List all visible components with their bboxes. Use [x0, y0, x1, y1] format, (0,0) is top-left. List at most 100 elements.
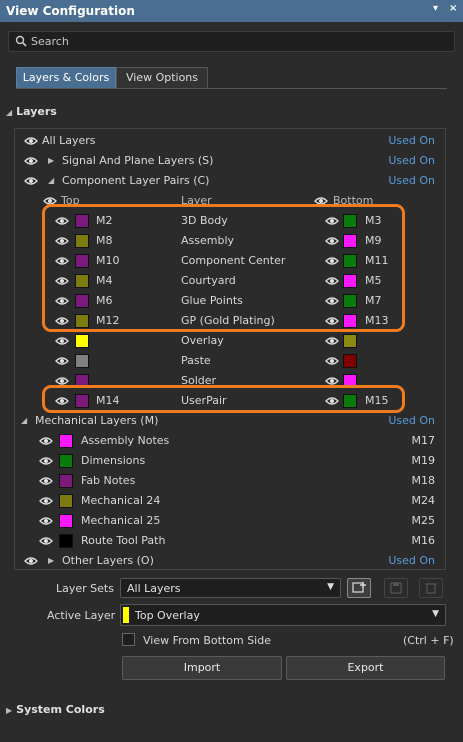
mechanical-layer-row[interactable]: Fab Notes M18	[15, 471, 445, 491]
group-row-all-layers[interactable]: All Layers Used On	[15, 131, 445, 151]
group-label: Component Layer Pairs (C)	[62, 174, 210, 187]
active-layer-color-swatch	[123, 607, 129, 623]
collapse-arrow-icon[interactable]: ◢	[21, 416, 27, 425]
group-row-component-pairs[interactable]: ◢ Component Layer Pairs (C) Used On	[15, 171, 445, 191]
eye-icon[interactable]	[24, 156, 38, 166]
layer-color-swatch[interactable]	[59, 514, 73, 528]
layer-color-swatch[interactable]	[59, 474, 73, 488]
eye-icon[interactable]	[39, 536, 53, 546]
tab-layers-colors[interactable]: Layers & Colors	[16, 67, 116, 89]
top-color-swatch[interactable]	[75, 354, 89, 368]
eye-icon[interactable]	[55, 336, 69, 346]
component-pair-row[interactable]: Overlay	[15, 331, 445, 351]
tabs-divider	[16, 88, 447, 89]
eye-icon[interactable]	[39, 436, 53, 446]
eye-icon[interactable]	[24, 556, 38, 566]
group-label: Other Layers (O)	[62, 554, 154, 567]
layers-tree-panel: All Layers Used On ▶ Signal And Plane La…	[14, 128, 446, 570]
highlight-box	[42, 204, 405, 332]
layer-sets-select[interactable]: All Layers ▼	[120, 578, 341, 598]
eye-icon[interactable]	[24, 176, 38, 186]
save-layer-set-button[interactable]	[384, 578, 408, 598]
highlight-box	[42, 385, 405, 413]
search-icon	[15, 35, 27, 50]
layer-color-swatch[interactable]	[59, 494, 73, 508]
expand-arrow-icon[interactable]: ▶	[48, 556, 54, 565]
group-label: Mechanical Layers (M)	[35, 414, 159, 427]
used-on-link[interactable]: Used On	[388, 554, 435, 567]
mechanical-layer-name: Dimensions	[81, 454, 146, 467]
mechanical-layer-code: M24	[411, 494, 436, 507]
add-layer-set-button[interactable]	[347, 578, 371, 598]
mechanical-layer-name: Mechanical 24	[81, 494, 161, 507]
used-on-link[interactable]: Used On	[388, 134, 435, 147]
system-colors-title: System Colors	[16, 703, 105, 716]
import-button[interactable]: Import	[122, 656, 282, 680]
chevron-down-icon: ▼	[327, 582, 334, 592]
collapse-arrow-icon[interactable]: ◢	[48, 176, 54, 185]
mechanical-layer-row[interactable]: Assembly Notes M17	[15, 431, 445, 451]
used-on-link[interactable]: Used On	[388, 154, 435, 167]
mechanical-layer-code: M18	[411, 474, 436, 487]
used-on-link[interactable]: Used On	[388, 174, 435, 187]
layer-color-swatch[interactable]	[59, 534, 73, 548]
group-row-mechanical[interactable]: ◢ Mechanical Layers (M) Used On	[15, 411, 445, 431]
eye-icon[interactable]	[39, 496, 53, 506]
collapse-triangle-icon: ◢	[6, 108, 13, 117]
eye-icon[interactable]	[39, 456, 53, 466]
top-color-swatch[interactable]	[75, 334, 89, 348]
expand-triangle-icon: ▶	[6, 706, 13, 715]
active-layer-select[interactable]: Top Overlay ▼	[120, 604, 446, 626]
export-button[interactable]: Export	[286, 656, 445, 680]
title-bar: View Configuration ▾ ×	[0, 0, 463, 22]
pair-layer-name: Overlay	[181, 334, 224, 347]
system-colors-header[interactable]: ▶ System Colors	[6, 703, 105, 716]
active-layer-value: Top Overlay	[135, 609, 200, 622]
eye-icon[interactable]	[55, 356, 69, 366]
mechanical-layer-code: M17	[411, 434, 436, 447]
search-input[interactable]	[31, 34, 441, 49]
view-from-bottom-label: View From Bottom Side	[143, 634, 271, 647]
mechanical-layer-name: Route Tool Path	[81, 534, 166, 547]
mechanical-layer-row[interactable]: Dimensions M19	[15, 451, 445, 471]
layers-section-header[interactable]: ◢ Layers	[6, 105, 57, 118]
active-layer-label: Active Layer	[47, 609, 116, 622]
eye-icon[interactable]	[325, 356, 339, 366]
layer-sets-value: All Layers	[127, 582, 181, 595]
close-icon[interactable]: ×	[449, 3, 457, 14]
view-from-bottom-shortcut: (Ctrl + F)	[403, 634, 454, 647]
delete-layer-set-button[interactable]	[419, 578, 443, 598]
group-label: All Layers	[42, 134, 96, 147]
mechanical-layer-row[interactable]: Mechanical 24 M24	[15, 491, 445, 511]
mechanical-layer-row[interactable]: Route Tool Path M16	[15, 531, 445, 551]
bottom-color-swatch[interactable]	[343, 354, 357, 368]
pin-menu-icon[interactable]: ▾	[433, 3, 438, 14]
group-row-other[interactable]: ▶ Other Layers (O) Used On	[15, 551, 445, 571]
bottom-color-swatch[interactable]	[343, 334, 357, 348]
eye-icon[interactable]	[24, 136, 38, 146]
component-pair-row[interactable]: Paste	[15, 351, 445, 371]
group-row-signal-plane[interactable]: ▶ Signal And Plane Layers (S) Used On	[15, 151, 445, 171]
mechanical-layer-code: M25	[411, 514, 436, 527]
search-box[interactable]	[8, 31, 455, 52]
group-label: Signal And Plane Layers (S)	[62, 154, 214, 167]
layer-sets-label: Layer Sets	[56, 582, 114, 595]
layer-color-swatch[interactable]	[59, 454, 73, 468]
pair-layer-name: Paste	[181, 354, 211, 367]
mechanical-layer-name: Fab Notes	[81, 474, 136, 487]
mechanical-layer-name: Mechanical 25	[81, 514, 161, 527]
mechanical-layer-code: M16	[411, 534, 436, 547]
eye-icon[interactable]	[39, 516, 53, 526]
mechanical-layer-row[interactable]: Mechanical 25 M25	[15, 511, 445, 531]
view-from-bottom-checkbox[interactable]	[122, 633, 135, 646]
used-on-link[interactable]: Used On	[388, 414, 435, 427]
layer-color-swatch[interactable]	[59, 434, 73, 448]
mechanical-layer-name: Assembly Notes	[81, 434, 170, 447]
tab-view-options[interactable]: View Options	[116, 67, 208, 89]
layers-section-title: Layers	[16, 105, 57, 118]
eye-icon[interactable]	[325, 336, 339, 346]
expand-arrow-icon[interactable]: ▶	[48, 156, 54, 165]
eye-icon[interactable]	[39, 476, 53, 486]
chevron-down-icon: ▼	[432, 609, 439, 619]
window-title: View Configuration	[6, 4, 135, 18]
